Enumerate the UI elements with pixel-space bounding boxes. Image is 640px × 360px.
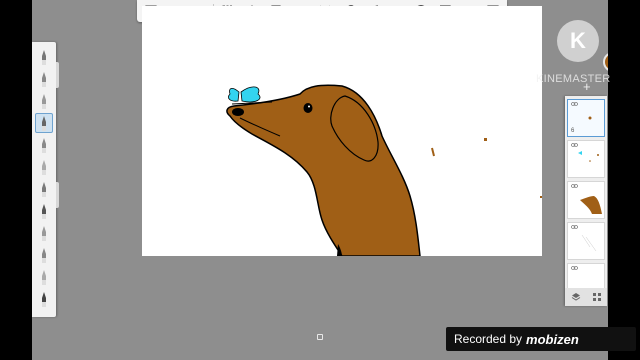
- ink-brush-icon[interactable]: [35, 201, 53, 221]
- layer-visibility-icon[interactable]: [571, 143, 578, 147]
- marker-brush-icon[interactable]: [35, 91, 53, 111]
- smudge-brush-icon[interactable]: [35, 245, 53, 265]
- kinemaster-watermark: KINEMASTER: [536, 73, 611, 85]
- layer-visibility-icon[interactable]: [571, 184, 578, 188]
- layer-preview: [578, 151, 599, 162]
- brush-panel-handle-bottom[interactable]: [56, 182, 59, 208]
- layer-thumbnail[interactable]: 6: [567, 99, 605, 137]
- layer-thumbnail[interactable]: [567, 181, 605, 219]
- layer-stack-icon[interactable]: [571, 292, 581, 302]
- pencil-brush-icon[interactable]: [35, 69, 53, 89]
- hide-ui-button[interactable]: [317, 334, 323, 340]
- app-screen: + 6Bkg: [32, 0, 608, 360]
- ballpoint-brush-icon[interactable]: [35, 113, 53, 133]
- drawing-canvas[interactable]: [142, 6, 542, 256]
- layer-grid-icon[interactable]: [592, 292, 602, 302]
- recorder-brand: mobizen: [526, 331, 579, 347]
- ruler-brush-icon[interactable]: [35, 47, 53, 67]
- kinemaster-logo: K: [557, 20, 599, 62]
- layers-panel: 6Bkg: [565, 96, 607, 306]
- color-picker-swatch[interactable]: [603, 52, 608, 72]
- mobizen-watermark: Recorded by mobizen: [446, 327, 636, 351]
- layer-thumbnail[interactable]: [567, 222, 605, 260]
- airbrush-icon[interactable]: [35, 157, 53, 177]
- eraser-brush-icon[interactable]: [35, 289, 53, 309]
- layer-thumbnail[interactable]: [567, 140, 605, 178]
- layer-preview: [588, 116, 592, 120]
- stray-stroke: [431, 147, 435, 157]
- dog-eye: [303, 103, 313, 113]
- brush-panel-handle-top[interactable]: [56, 62, 59, 88]
- blur-brush-icon[interactable]: [35, 267, 53, 287]
- layer-visibility-icon[interactable]: [571, 225, 578, 229]
- recorder-prefix: Recorded by: [454, 332, 523, 346]
- layer-visibility-icon[interactable]: [571, 102, 578, 106]
- layer-panel-footer: [565, 288, 607, 306]
- brush-library-panel: [32, 42, 56, 317]
- dog-eye-highlight: [308, 105, 310, 108]
- canvas-artwork: [226, 84, 435, 256]
- layer-preview: [580, 196, 602, 214]
- stray-dot: [540, 196, 542, 198]
- chisel-brush-icon[interactable]: [35, 135, 53, 155]
- layer-preview: [581, 234, 597, 252]
- paint-brush-icon[interactable]: [35, 179, 53, 199]
- fill-brush-icon[interactable]: [35, 223, 53, 243]
- dog-drawing: [226, 84, 421, 256]
- layer-visibility-icon[interactable]: [571, 266, 578, 270]
- dog-nose: [232, 108, 244, 116]
- layer-number: 6: [571, 128, 575, 134]
- stray-dot: [484, 138, 487, 141]
